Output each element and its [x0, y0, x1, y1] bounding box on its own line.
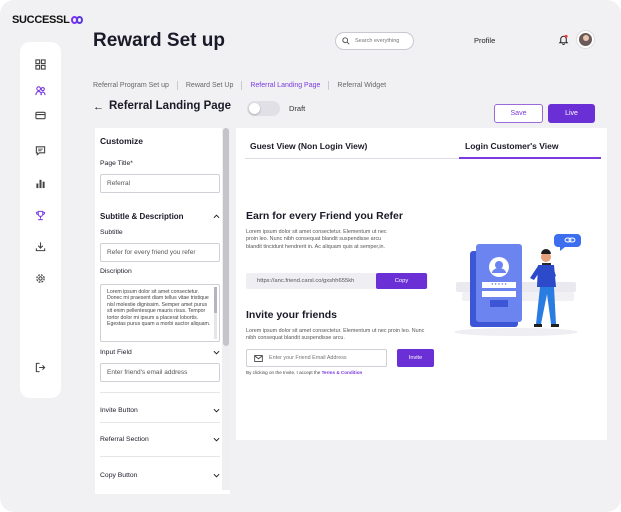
divider [100, 392, 220, 393]
terms-link[interactable]: Terms & Condition [322, 370, 363, 375]
friend-email-input[interactable] [269, 355, 379, 361]
card-icon[interactable] [32, 107, 49, 124]
customize-panel: Customize Page Title* Referral Subtitle … [95, 128, 230, 494]
crumb-divider [241, 81, 243, 90]
landing-page-preview: Guest View (Non Login View) Login Custom… [236, 128, 607, 440]
tab-login-customer-view[interactable]: Login Customer's View [465, 141, 559, 151]
panel-scrollbar[interactable] [222, 128, 230, 490]
subtitle-label: Subtitle [100, 229, 123, 236]
crumb-referral-program-setup[interactable]: Referral Program Set up [93, 82, 169, 89]
description-label: Discription [100, 268, 132, 275]
search-input[interactable] [355, 38, 411, 44]
scrollbar-thumb[interactable] [223, 128, 229, 346]
live-button[interactable]: Live [548, 104, 595, 123]
active-tab-indicator [459, 157, 601, 159]
section-label: Subtitle & Description [100, 211, 184, 221]
crumb-referral-landing-page[interactable]: Referral Landing Page [250, 82, 320, 89]
gear-icon[interactable] [32, 270, 49, 287]
section-label: Input Field [100, 348, 132, 356]
download-icon[interactable] [32, 238, 49, 255]
logout-icon[interactable] [32, 359, 49, 376]
crumb-reward-setup[interactable]: Reward Set Up [186, 82, 233, 89]
search-bar[interactable] [335, 32, 414, 50]
crumb-divider [328, 81, 330, 90]
mail-icon [254, 354, 263, 362]
textarea-scrollbar[interactable] [214, 287, 217, 339]
subtitle-input[interactable]: Refer for every friend you refer [100, 243, 220, 262]
terms-prefix: By clicking on the Invite, I accept the [246, 370, 321, 375]
user-avatar[interactable] [577, 31, 594, 48]
invite-description: Lorem ipsum dolor sit amet consectetur. … [246, 328, 425, 342]
crumb-referral-widget[interactable]: Referral Widget [337, 82, 386, 89]
description-text: Lorem ipsum dolor sit amet consectetur. … [107, 289, 211, 328]
dashboard-icon[interactable] [32, 56, 49, 73]
chat-icon[interactable] [32, 142, 49, 159]
section-title: Referral Landing Page [109, 100, 232, 112]
copy-button[interactable]: Copy [376, 273, 427, 289]
publish-toggle[interactable] [247, 101, 280, 116]
trophy-icon[interactable] [32, 207, 49, 224]
sidebar [20, 42, 61, 398]
svg-text:* * * * *: * * * * * [491, 283, 506, 289]
logo-text: SUCCESSL [12, 14, 70, 26]
search-icon [342, 37, 350, 45]
bar-chart-icon[interactable] [32, 175, 49, 192]
section-label: Referral Section [100, 435, 149, 443]
friend-email-field[interactable] [246, 349, 387, 367]
arrow-left-icon[interactable]: ← [93, 101, 104, 113]
chevron-down-icon [213, 473, 220, 478]
page-title-label: Page Title* [100, 160, 133, 167]
page-title-input[interactable]: Referral [100, 174, 220, 193]
description-textarea[interactable]: Lorem ipsum dolor sit amet consectetur. … [100, 284, 220, 342]
status-label: Draft [289, 104, 306, 113]
subtitle-description-section[interactable]: Subtitle & Description [100, 209, 220, 223]
earn-description: Lorem ipsum dolor sit amet consectetur. … [246, 229, 387, 250]
divider [100, 422, 220, 423]
page-title: Reward Set up [93, 30, 225, 51]
input-field-section[interactable]: Input Field [100, 345, 220, 359]
referral-section[interactable]: Referral Section [100, 432, 220, 446]
invite-button[interactable]: Invite [397, 349, 434, 367]
chevron-down-icon [213, 408, 220, 413]
chevron-down-icon [213, 437, 220, 442]
section-label: Copy Button [100, 471, 138, 479]
input-field-placeholder-input[interactable]: Enter friend's email address [100, 363, 220, 382]
brand-logo[interactable]: SUCCESSL [12, 14, 84, 26]
breadcrumb-tabs: Referral Program Set up Reward Set Up Re… [93, 81, 386, 90]
divider [100, 456, 220, 457]
referral-illustration: * * * * * [454, 234, 581, 336]
tab-guest-view[interactable]: Guest View (Non Login View) [250, 141, 367, 151]
infinity-logo-icon [70, 16, 84, 24]
section-label: Invite Button [100, 406, 138, 414]
users-icon[interactable] [32, 82, 49, 99]
profile-link[interactable]: Profile [474, 36, 495, 45]
earn-heading: Earn for every Friend you Refer [246, 210, 403, 222]
invite-button-section[interactable]: Invite Button [100, 403, 220, 417]
invite-heading: Invite your friends [246, 309, 338, 321]
crumb-divider [176, 81, 178, 90]
app-frame: SUCCESSL Reward Set up Search everything… [0, 0, 621, 512]
save-button[interactable]: Save [494, 104, 543, 123]
chevron-up-icon [213, 213, 220, 218]
terms-note: By clicking on the Invite, I accept the … [246, 370, 362, 375]
copy-button-section[interactable]: Copy Button [100, 468, 220, 482]
chevron-down-icon [213, 350, 220, 355]
customize-heading: Customize [100, 136, 143, 146]
notification-bell-icon[interactable] [558, 34, 569, 45]
